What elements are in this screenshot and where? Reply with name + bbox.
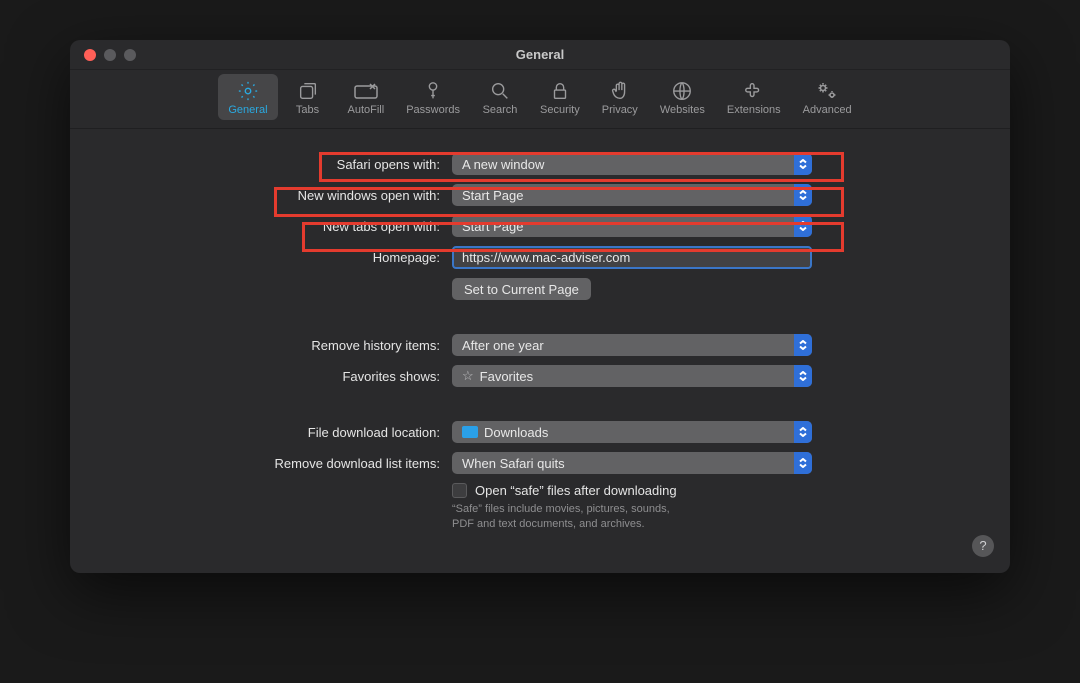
chevron-updown-icon [794, 421, 812, 443]
tab-label: AutoFill [348, 104, 385, 116]
download-location-select[interactable]: Downloads [452, 421, 812, 443]
chevron-updown-icon [794, 365, 812, 387]
safari-opens-label: Safari opens with: [110, 157, 440, 172]
tab-label: Search [483, 104, 518, 116]
tab-advanced[interactable]: Advanced [793, 74, 862, 120]
tab-label: Security [540, 104, 580, 116]
tab-tabs[interactable]: Tabs [280, 74, 336, 120]
chevron-updown-icon [794, 452, 812, 474]
new-tabs-select[interactable]: Start Page [452, 215, 812, 237]
select-value: When Safari quits [462, 456, 565, 471]
window-title: General [70, 40, 1010, 70]
gear-icon [237, 80, 259, 102]
remove-downloads-select[interactable]: When Safari quits [452, 452, 812, 474]
select-value: Favorites [480, 369, 533, 384]
tabs-icon [297, 80, 319, 102]
tab-passwords[interactable]: Passwords [396, 74, 470, 120]
minimize-window-button[interactable] [104, 49, 116, 61]
new-windows-select[interactable]: Start Page [452, 184, 812, 206]
tab-label: Advanced [803, 104, 852, 116]
tab-search[interactable]: Search [472, 74, 528, 120]
remove-downloads-label: Remove download list items: [110, 456, 440, 471]
hand-icon [609, 80, 631, 102]
open-safe-hint: “Safe” files include movies, pictures, s… [452, 502, 812, 533]
zoom-window-button[interactable] [124, 49, 136, 61]
remove-history-select[interactable]: After one year [452, 334, 812, 356]
select-value: A new window [462, 157, 544, 172]
help-label: ? [979, 538, 986, 553]
new-windows-label: New windows open with: [110, 188, 440, 203]
chevron-updown-icon [794, 184, 812, 206]
star-icon: ☆ [462, 368, 474, 384]
help-button[interactable]: ? [972, 535, 994, 557]
favorites-select[interactable]: ☆ Favorites [452, 365, 812, 387]
select-value: Start Page [462, 188, 523, 203]
tab-general[interactable]: General [218, 74, 277, 120]
open-safe-files-row: Open “safe” files after downloading [452, 483, 812, 498]
select-value: Downloads [484, 425, 548, 440]
tab-label: General [228, 104, 267, 116]
open-safe-files-checkbox[interactable] [452, 483, 467, 498]
tab-websites[interactable]: Websites [650, 74, 715, 120]
lock-icon [549, 80, 571, 102]
download-location-label: File download location: [110, 425, 440, 440]
tab-security[interactable]: Security [530, 74, 590, 120]
favorites-label: Favorites shows: [110, 369, 440, 384]
gears-icon [815, 80, 839, 102]
chevron-updown-icon [794, 153, 812, 175]
traffic-lights [84, 49, 136, 61]
tab-label: Privacy [602, 104, 638, 116]
autofill-icon [352, 80, 380, 102]
button-label: Set to Current Page [464, 282, 579, 297]
preferences-toolbar: General Tabs AutoFill Passwords Search [70, 70, 1010, 129]
puzzle-icon [743, 80, 765, 102]
select-value: After one year [462, 338, 544, 353]
key-icon [422, 80, 444, 102]
tab-label: Websites [660, 104, 705, 116]
select-value: Start Page [462, 219, 523, 234]
tab-label: Passwords [406, 104, 460, 116]
tab-autofill[interactable]: AutoFill [338, 74, 395, 120]
folder-icon [462, 426, 478, 438]
content-area: Safari opens with: A new window New wind… [70, 129, 1010, 573]
homepage-label: Homepage: [110, 250, 440, 265]
close-window-button[interactable] [84, 49, 96, 61]
homepage-field[interactable] [452, 246, 812, 269]
new-tabs-label: New tabs open with: [110, 219, 440, 234]
search-icon [489, 80, 511, 102]
tab-privacy[interactable]: Privacy [592, 74, 648, 120]
checkbox-label: Open “safe” files after downloading [475, 483, 677, 498]
tab-label: Tabs [296, 104, 319, 116]
remove-history-label: Remove history items: [110, 338, 440, 353]
safari-opens-select[interactable]: A new window [452, 153, 812, 175]
chevron-updown-icon [794, 215, 812, 237]
tab-extensions[interactable]: Extensions [717, 74, 791, 120]
globe-icon [671, 80, 693, 102]
set-current-page-button[interactable]: Set to Current Page [452, 278, 591, 300]
chevron-updown-icon [794, 334, 812, 356]
titlebar: General [70, 40, 1010, 70]
tab-label: Extensions [727, 104, 781, 116]
preferences-window: General General Tabs AutoFill Passwords [70, 40, 1010, 573]
